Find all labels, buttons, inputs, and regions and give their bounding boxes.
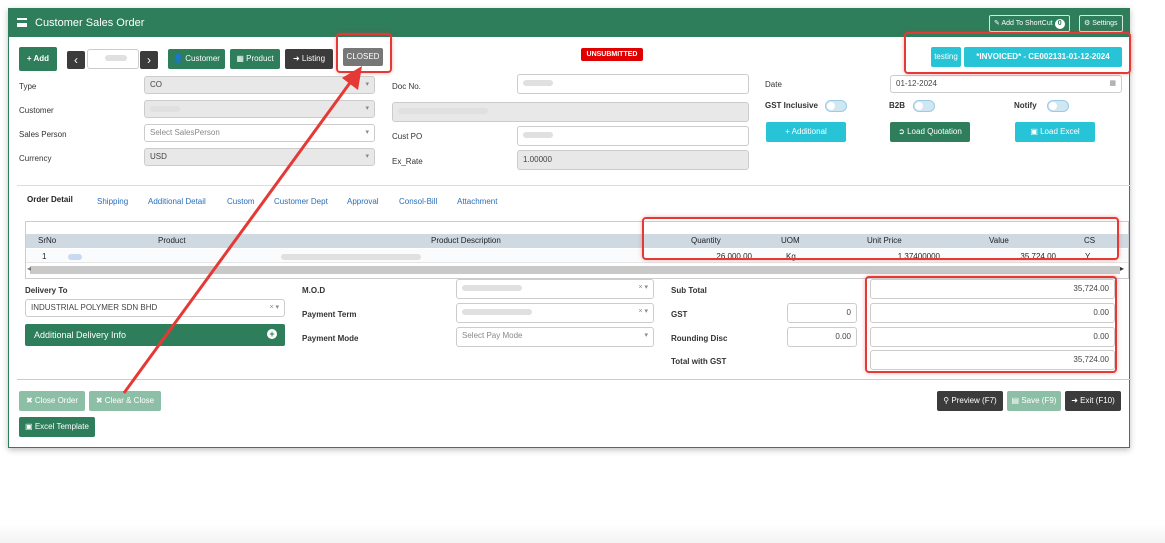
annotation-arrow-icon [122, 66, 362, 394]
footer-area [0, 525, 1165, 543]
